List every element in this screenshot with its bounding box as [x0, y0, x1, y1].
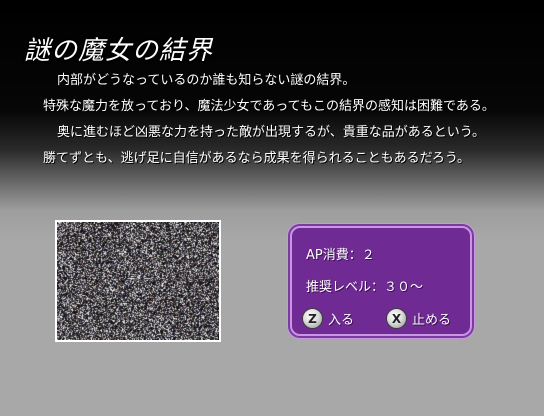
description-line: 勝てずとも、逃げ足に自信があるなら成果を得られることもあるだろう。 [43, 151, 471, 166]
enter-label: 入る [328, 313, 355, 328]
stop-button[interactable]: X 止める [386, 308, 451, 329]
static-noise-image [57, 222, 219, 340]
description-line: 特殊な魔力を放っており、魔法少女であってもこの結界の感知は困難である。 [43, 99, 495, 114]
z-key-icon: Z [302, 308, 323, 329]
ap-cost: AP消費：２ [306, 248, 375, 263]
area-title: 謎の魔女の結界 [24, 36, 214, 66]
area-description: 内部がどうなっているのか誰も知らない謎の結界。 特殊な魔力を放っており、魔法少女… [43, 68, 539, 172]
recommended-level: 推奨レベル：３０～ [306, 280, 424, 295]
enter-button[interactable]: Z 入る [302, 308, 354, 329]
area-info-panel: AP消費：２ 推奨レベル：３０～ Z 入る X 止める [290, 226, 472, 336]
description-line: 奥に進むほど凶悪な力を持った敵が出現するが、貴重な品があるという。 [57, 125, 485, 140]
x-key-icon: X [386, 308, 407, 329]
stop-label: 止める [412, 313, 452, 328]
area-preview-static [55, 220, 221, 342]
description-line: 内部がどうなっているのか誰も知らない謎の結界。 [57, 73, 356, 88]
